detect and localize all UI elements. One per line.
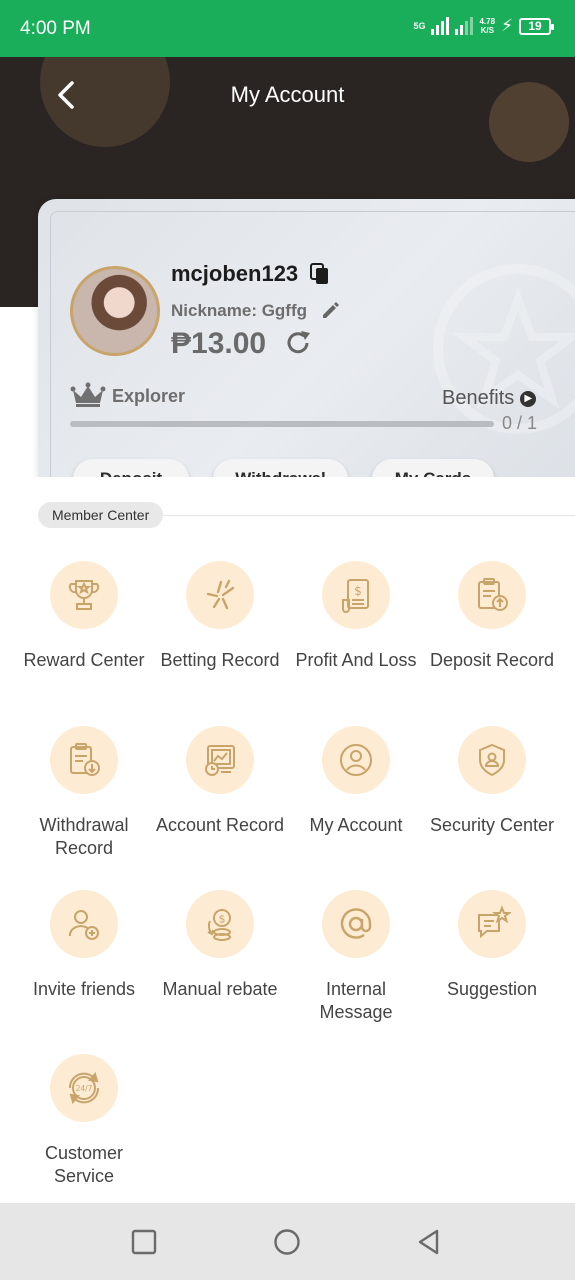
menu-item-withdrawal-record[interactable]: Withdrawal Record xyxy=(16,726,152,860)
battery-level: 19 xyxy=(528,19,542,33)
crown-icon xyxy=(70,382,106,407)
balance-amount: ₱13.00 xyxy=(171,327,267,360)
menu-item-my-account[interactable]: My Account xyxy=(288,726,424,837)
back-triangle-icon[interactable] xyxy=(416,1229,442,1255)
shield-user-icon xyxy=(479,743,505,777)
progress-text: 0 / 1 xyxy=(502,413,538,433)
svg-text:$: $ xyxy=(354,584,362,598)
menu-item-betting-record[interactable]: Betting Record xyxy=(152,561,288,672)
account-card: mcjoben123 Nickname: Ggffg ₱13.00 Explor… xyxy=(38,199,575,477)
menu-item-internal-message[interactable]: Internal Message xyxy=(288,890,424,1024)
chat-star-icon xyxy=(478,905,511,939)
svg-text:$: $ xyxy=(219,913,226,926)
menu-item-invite-friends[interactable]: Invite friends xyxy=(16,890,152,1001)
document-dollar-icon: $ xyxy=(342,579,369,613)
at-sign-icon xyxy=(340,908,372,939)
menu-item-label: Profit And Loss xyxy=(295,650,417,670)
menu-item-profit-and-loss[interactable]: $ Profit And Loss xyxy=(288,561,424,672)
member-center-title: Member Center xyxy=(38,502,164,528)
menu-item-security-center[interactable]: Security Center xyxy=(424,726,560,837)
clipboard-download-icon xyxy=(70,743,100,776)
coins-icon: $ xyxy=(207,909,231,941)
signal-secondary-icon xyxy=(455,17,474,35)
menu-item-label: Internal Message xyxy=(319,979,393,1022)
copy-icon[interactable] xyxy=(310,263,330,285)
menu-item-label: Withdrawal Record xyxy=(39,815,129,858)
menu-item-label: Customer Service xyxy=(44,1143,124,1186)
user-add-icon xyxy=(68,910,99,940)
menu-item-label: Betting Record xyxy=(160,650,280,670)
menu-item-deposit-record[interactable]: Deposit Record xyxy=(424,561,560,672)
menu-item-label: My Account xyxy=(309,815,403,835)
star-badge-watermark-icon xyxy=(433,264,575,434)
status-indicators: 5G 4.78 K/S ⚡ 19 xyxy=(413,16,554,36)
recent-apps-icon[interactable] xyxy=(131,1229,157,1255)
network-speed: 4.78 K/S xyxy=(479,17,496,35)
system-nav-bar xyxy=(0,1203,575,1280)
benefits-link[interactable]: Benefits ▶ xyxy=(442,387,537,410)
stars-icon xyxy=(206,579,235,610)
menu-item-manual-rebate[interactable]: $ Manual rebate xyxy=(152,890,288,1001)
menu-item-label: Manual rebate xyxy=(162,979,278,999)
menu-item-label: Security Center xyxy=(429,815,555,835)
support-24-7-icon: 24/7 xyxy=(68,1071,100,1105)
charging-icon: ⚡ xyxy=(501,16,513,35)
menu-item-account-record[interactable]: Account Record xyxy=(152,726,288,837)
status-time: 4:00 PM xyxy=(20,18,91,39)
divider xyxy=(138,515,575,516)
my-cards-button[interactable]: My Cards xyxy=(372,459,494,477)
page-title: My Account xyxy=(230,82,345,107)
avatar[interactable] xyxy=(70,266,160,356)
nickname: Nickname: Ggffg xyxy=(171,301,308,320)
menu-item-label: Reward Center xyxy=(23,650,145,670)
battery-icon: 19 xyxy=(519,17,554,35)
menu-item-reward-center[interactable]: Reward Center xyxy=(16,561,152,672)
withdrawal-button[interactable]: Withdrawal xyxy=(213,459,348,477)
benefits-label: Benefits xyxy=(442,387,515,409)
level-progress-bar xyxy=(70,421,494,427)
member-center-header: Member Center xyxy=(38,502,575,528)
menu-item-label: Invite friends xyxy=(32,979,136,999)
signal-icon xyxy=(431,17,450,35)
trophy-icon xyxy=(68,580,100,610)
status-bar: 4:00 PM 5G 4.78 K/S ⚡ 19 xyxy=(0,0,575,57)
menu-item-label: Account Record xyxy=(155,815,285,835)
pencil-edit-icon[interactable] xyxy=(320,300,340,320)
menu-item-suggestion[interactable]: Suggestion xyxy=(424,890,560,1001)
username: mcjoben123 xyxy=(171,261,299,286)
menu-item-label: Deposit Record xyxy=(429,650,555,670)
chart-clock-icon xyxy=(205,745,235,776)
chevron-right-icon: ▶ xyxy=(520,390,537,407)
vip-level: Explorer xyxy=(112,386,186,406)
user-circle-icon xyxy=(340,744,372,776)
refresh-icon[interactable] xyxy=(284,329,312,357)
svg-text:24/7: 24/7 xyxy=(76,1084,93,1093)
network-type: 5G xyxy=(413,20,426,31)
deposit-button[interactable]: Deposit xyxy=(73,459,189,477)
clipboard-upload-icon xyxy=(478,578,508,611)
home-icon[interactable] xyxy=(274,1229,300,1255)
menu-item-label: Suggestion xyxy=(446,979,538,999)
account-header: My Account mcjoben123 Nickname: Ggffg ₱1… xyxy=(0,57,575,477)
menu-item-customer-service[interactable]: 24/7 Customer Service xyxy=(16,1054,152,1188)
